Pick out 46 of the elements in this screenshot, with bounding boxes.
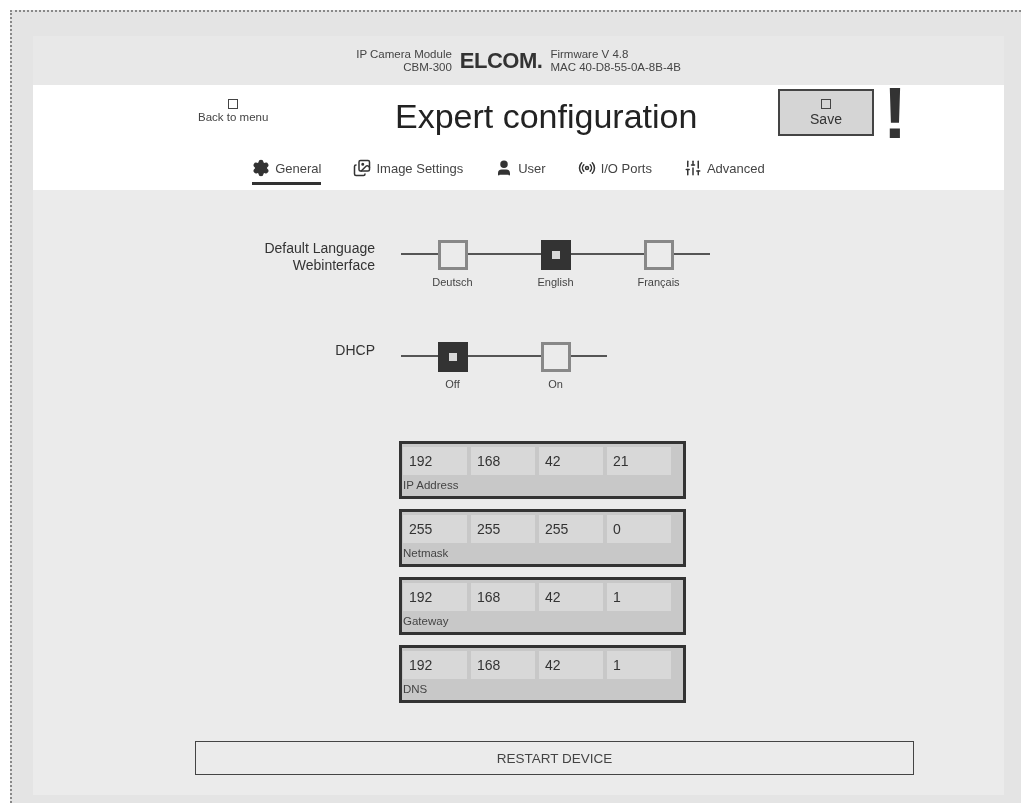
octet-field[interactable]: 1 [607, 651, 671, 679]
octet-field[interactable]: 255 [539, 515, 603, 543]
address-label: IP Address [403, 479, 460, 491]
square-icon [228, 99, 239, 109]
nav-tab[interactable]: Advanced [683, 155, 765, 185]
page-title: Expert configuration [395, 97, 698, 136]
sliders-icon [683, 159, 702, 177]
restart-button[interactable]: RESTART DEVICE [195, 741, 914, 775]
product-name: IP Camera Module [356, 47, 452, 61]
octet-field[interactable]: 192 [403, 447, 467, 475]
octet-field[interactable]: 42 [539, 583, 603, 611]
octet-field[interactable]: 192 [403, 583, 467, 611]
octet-field[interactable]: 42 [539, 651, 603, 679]
octet-field[interactable]: 168 [471, 447, 535, 475]
address-label: DNS [403, 683, 429, 695]
nav-tab[interactable]: I/O Ports [577, 155, 652, 185]
model-name: CBM-300 [403, 60, 452, 74]
option-toggle[interactable]: Deutsch [401, 240, 504, 300]
setting-label: Default Language Webinterface [263, 240, 375, 275]
firmware-version: Firmware V 4.8 [550, 47, 629, 61]
save-button[interactable]: Save [778, 89, 874, 136]
octet-field[interactable]: 21 [607, 447, 671, 475]
back-to-menu-link[interactable]: Back to menu [198, 99, 269, 123]
setting-label: DHCP [334, 342, 375, 360]
octet-field[interactable]: 42 [539, 447, 603, 475]
octet-field[interactable]: 255 [471, 515, 535, 543]
octet-field[interactable]: 168 [471, 583, 535, 611]
brand-logo: ELCOM. [459, 54, 543, 67]
address-label: Netmask [403, 547, 450, 559]
octet-field[interactable]: 255 [403, 515, 467, 543]
octet-field[interactable]: 1 [607, 583, 671, 611]
octet-field[interactable]: 0 [607, 515, 671, 543]
option-toggle[interactable]: Français [607, 240, 710, 300]
nav-tab[interactable]: General [252, 155, 322, 185]
option-toggle[interactable]: On [504, 342, 607, 402]
nav-tab[interactable]: User [495, 155, 546, 185]
address-label: Gateway [403, 615, 450, 627]
option-toggle[interactable]: Off [401, 342, 504, 402]
nav-tab[interactable]: Image Settings [353, 155, 464, 185]
octet-field[interactable]: 168 [471, 651, 535, 679]
square-icon [821, 98, 831, 109]
warning-mark: ! [883, 77, 907, 149]
option-toggle[interactable]: English [504, 240, 607, 300]
images-icon [353, 159, 372, 177]
mac-address: MAC 40-D8-55-0A-8B-4B [550, 60, 681, 74]
octet-field[interactable]: 192 [403, 651, 467, 679]
